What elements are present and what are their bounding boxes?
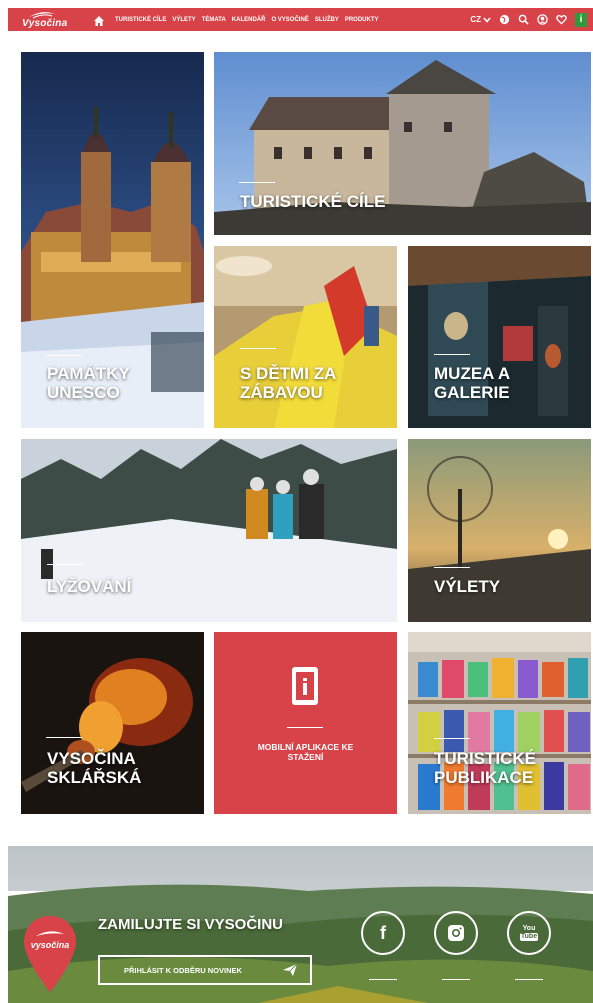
tile-label: VYSOČINA SKLÁŘSKÁ xyxy=(47,749,142,787)
pin-logo-text: vysočina xyxy=(30,940,70,950)
instagram-icon[interactable] xyxy=(434,911,478,955)
tile-muzea-a-galerie[interactable]: MUZEA A GALERIE xyxy=(408,246,591,428)
tile-vylety[interactable]: VÝLETY xyxy=(408,439,591,622)
promo-title: ZAMILUJTE SI VYSOČINU xyxy=(98,916,284,933)
tile-label: PAMÁTKY UNESCO xyxy=(47,364,130,402)
tile-label: TURISTICKÉ PUBLIKACE xyxy=(434,749,536,787)
tile-turisticke-publikace[interactable]: TURISTICKÉ PUBLIKACE xyxy=(408,632,591,814)
nav-item-produkty[interactable]: PRODUKTY xyxy=(345,17,379,23)
info-icon[interactable]: i xyxy=(575,12,587,27)
paper-plane-icon xyxy=(283,963,298,976)
facebook-icon[interactable]: f xyxy=(361,911,405,955)
tile-pamatky-unesco[interactable]: PAMÁTKY UNESCO xyxy=(21,52,204,428)
social-divider xyxy=(369,979,397,980)
tile-divider xyxy=(47,564,83,565)
home-icon[interactable] xyxy=(93,14,105,26)
tile-label: MOBILNÍ APLIKACE KE STAŽENÍ xyxy=(257,742,354,762)
header-tools: CZ i xyxy=(470,8,587,31)
tile-turisticke-cile[interactable]: TURISTICKÉ CÍLE xyxy=(214,52,591,235)
tile-label: S DĚTMI ZA ZÁBAVOU xyxy=(240,364,336,402)
logo-text: Vysočina xyxy=(22,18,68,29)
nav-item-sluzby[interactable]: SLUŽBY xyxy=(315,17,339,23)
tile-s-detmi-za-zabavou[interactable]: S DĚTMI ZA ZÁBAVOU xyxy=(214,246,397,428)
top-navigation-bar: Vysočina TURISTICKÉ CÍLE VÝLETY TÉMATA K… xyxy=(8,8,593,31)
main-nav: TURISTICKÉ CÍLE VÝLETY TÉMATA KALENDÁŘ O… xyxy=(93,8,378,31)
newsletter-promo: vysočina ZAMILUJTE SI VYSOČINU PŘIHLÁSIT… xyxy=(8,846,593,1003)
tile-divider xyxy=(239,182,275,183)
tile-divider xyxy=(46,355,82,356)
tile-divider xyxy=(287,727,323,728)
vysocina-pin-logo[interactable] xyxy=(22,914,78,994)
youtube-icon[interactable]: You Tube xyxy=(507,911,551,955)
tile-label: LYŽOVÁNÍ xyxy=(47,577,132,596)
nav-item-temata[interactable]: TÉMATA xyxy=(202,17,226,23)
phone-info-icon xyxy=(292,667,318,705)
subscribe-button-label: PŘIHLÁSIT K ODBĚRU NOVINEK xyxy=(124,965,242,975)
newsletter-subscribe-button[interactable]: PŘIHLÁSIT K ODBĚRU NOVINEK xyxy=(98,955,312,985)
tile-divider xyxy=(240,348,276,349)
tile-lyzovani[interactable]: LYŽOVÁNÍ xyxy=(21,439,397,622)
tile-divider xyxy=(434,738,470,739)
social-divider xyxy=(442,979,470,980)
tile-label: MUZEA A GALERIE xyxy=(434,364,510,402)
tile-label: VÝLETY xyxy=(434,577,501,596)
search-icon[interactable] xyxy=(518,14,529,25)
language-code: CZ xyxy=(470,15,481,24)
heart-icon[interactable] xyxy=(556,14,567,25)
user-icon[interactable] xyxy=(537,14,548,25)
tile-label: TURISTICKÉ CÍLE xyxy=(240,192,386,211)
tile-vysocina-sklarska[interactable]: VYSOČINA SKLÁŘSKÁ xyxy=(21,632,204,814)
chevron-down-icon xyxy=(483,16,491,23)
tile-divider xyxy=(46,737,82,738)
vysocina-logo[interactable]: Vysočina xyxy=(20,8,70,31)
social-divider xyxy=(515,979,543,980)
nav-item-turisticke-cile[interactable]: TURISTICKÉ CÍLE xyxy=(115,17,166,23)
tile-mobilni-aplikace[interactable]: MOBILNÍ APLIKACE KE STAŽENÍ xyxy=(214,632,397,814)
nav-item-vylety[interactable]: VÝLETY xyxy=(172,17,195,23)
tile-divider xyxy=(434,354,470,355)
language-selector[interactable]: CZ xyxy=(470,15,491,24)
nav-item-kalendar[interactable]: KALENDÁŘ xyxy=(232,17,266,23)
globe-icon[interactable] xyxy=(499,14,510,25)
nav-item-o-vysocine[interactable]: O VYSOČINĚ xyxy=(271,17,308,23)
tile-divider xyxy=(434,567,470,568)
